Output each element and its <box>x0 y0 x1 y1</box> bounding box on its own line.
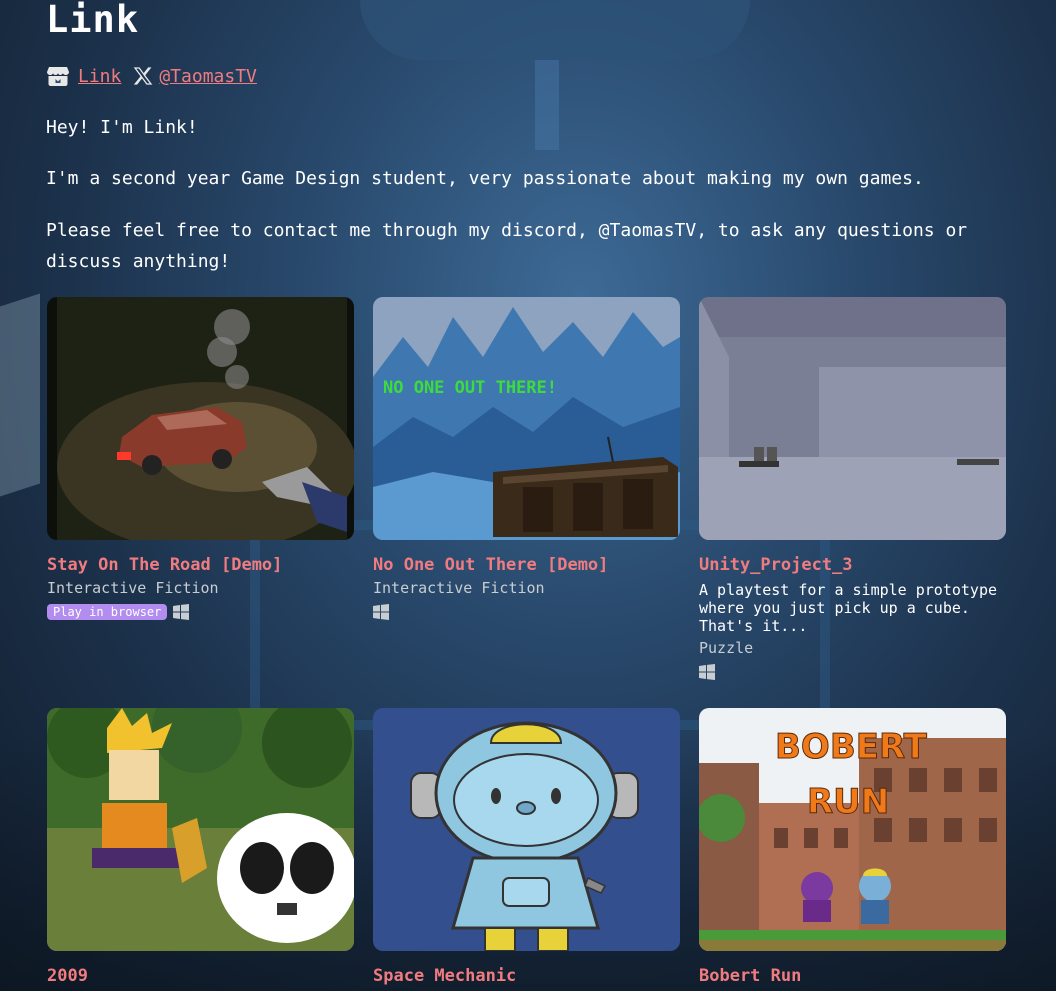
thumb-text-line-1: BOBERT <box>775 727 928 767</box>
game-title[interactable]: Unity_Project_3 <box>699 555 1006 575</box>
itch-io-icon <box>46 65 70 87</box>
game-card[interactable]: Unity_Project_3 A playtest for a simple … <box>699 297 1006 681</box>
windows-icon <box>173 604 190 620</box>
game-thumbnail[interactable]: BOBERT RUN <box>699 708 1006 951</box>
game-genre: Puzzle <box>699 639 754 657</box>
background-panel <box>0 293 40 497</box>
game-genre: Interactive Fiction <box>47 579 219 597</box>
windows-icon <box>699 664 715 680</box>
game-platforms <box>373 603 680 621</box>
game-genre: Interactive Fiction <box>373 579 545 597</box>
thumb-text-line-2: RUN <box>807 782 889 822</box>
game-title[interactable]: No One Out There [Demo] <box>373 555 680 575</box>
game-thumbnail[interactable]: NO ONE OUT THERE! <box>373 297 680 540</box>
itch-link[interactable]: Link <box>78 66 121 87</box>
game-platforms: Play in browser <box>47 603 354 621</box>
x-link[interactable]: @TaomasTV <box>159 66 257 87</box>
game-card[interactable]: Space Mechanic <box>373 708 680 986</box>
game-card[interactable]: Stay On The Road [Demo] Interactive Fict… <box>47 297 354 621</box>
page-title: Link <box>46 0 140 41</box>
game-card[interactable]: NO ONE OUT THERE! No One Out There [Demo… <box>373 297 680 621</box>
game-title[interactable]: 2009 <box>47 966 354 986</box>
x-twitter-icon <box>133 66 153 86</box>
game-thumbnail[interactable] <box>47 297 354 540</box>
game-platforms <box>699 663 1006 681</box>
game-title[interactable]: Space Mechanic <box>373 966 680 986</box>
game-description: A playtest for a simple prototype where … <box>699 581 998 635</box>
game-card[interactable]: 2009 <box>47 708 354 986</box>
windows-icon <box>373 604 389 620</box>
game-title[interactable]: Bobert Run <box>699 966 1006 986</box>
bio-about: I'm a second year Game Design student, v… <box>46 168 924 189</box>
bio-greeting: Hey! I'm Link! <box>46 117 198 138</box>
game-thumbnail[interactable] <box>47 708 354 951</box>
profile-links: Link @TaomasTV <box>46 63 257 89</box>
game-thumbnail[interactable] <box>699 297 1006 540</box>
game-title[interactable]: Stay On The Road [Demo] <box>47 555 354 575</box>
thumb-text: NO ONE OUT THERE! <box>383 378 557 398</box>
game-card[interactable]: BOBERT RUN Bobert Run <box>699 708 1006 986</box>
background-lamp <box>360 0 750 60</box>
bio-contact: Please feel free to contact me through m… <box>46 220 968 272</box>
game-thumbnail[interactable] <box>373 708 680 951</box>
play-in-browser-badge: Play in browser <box>47 604 168 620</box>
